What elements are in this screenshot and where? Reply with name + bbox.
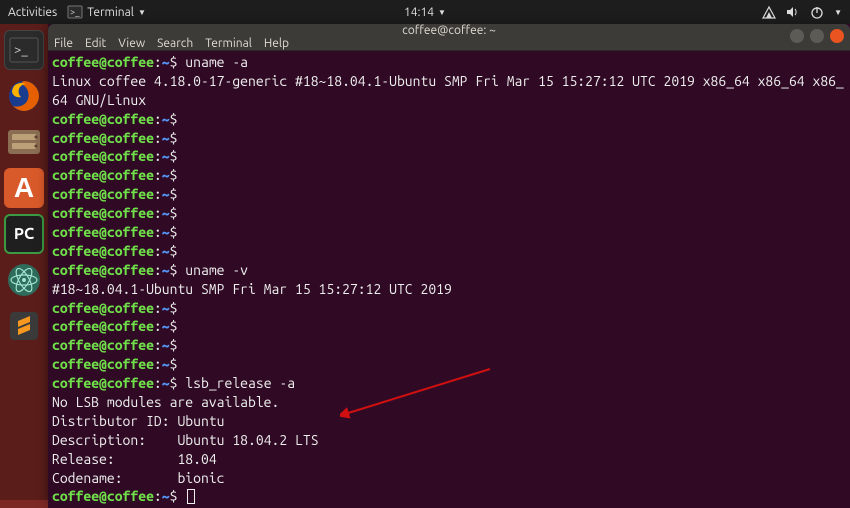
output-lsb-no-modules: No LSB modules are available. (52, 394, 279, 410)
network-icon (762, 5, 776, 19)
software-icon: A (14, 172, 34, 204)
menu-help[interactable]: Help (264, 37, 289, 50)
minimize-button[interactable] (790, 29, 804, 43)
pycharm-icon: PC (14, 225, 34, 243)
chevron-down-icon: ▼ (438, 8, 446, 17)
dock-app-software[interactable]: A (4, 168, 44, 208)
sublime-icon (6, 308, 42, 344)
menu-file[interactable]: File (54, 37, 73, 50)
volume-icon (786, 5, 800, 19)
output-lsb-release: Release: 18.04 (52, 451, 217, 467)
menubar: File Edit View Search Terminal Help (48, 37, 850, 51)
output-lsb-description: Description: Ubuntu 18.04.2 LTS (52, 432, 319, 448)
dock-app-sublime[interactable] (4, 306, 44, 346)
close-button[interactable] (830, 29, 844, 43)
clock[interactable]: 14:14 ▼ (404, 6, 446, 19)
dock-app-pycharm[interactable]: PC (4, 214, 44, 254)
atom-icon (6, 262, 42, 298)
terminal-window: coffee@coffee: ~ File Edit View Search T… (48, 24, 850, 500)
svg-text:>_: >_ (70, 7, 80, 17)
menu-terminal[interactable]: Terminal (205, 37, 252, 50)
terminal-content[interactable]: coffee@coffee:~$ uname -a Linux coffee 4… (48, 51, 850, 508)
command-uname-v: uname -v (185, 262, 248, 278)
prompt-userhost: coffee@coffee (52, 54, 154, 70)
menu-search[interactable]: Search (157, 37, 193, 50)
window-title: coffee@coffee: ~ (402, 24, 496, 37)
dock-app-terminal[interactable]: >_ (4, 30, 44, 70)
prompt-path: ~ (162, 54, 170, 70)
files-icon (6, 126, 42, 158)
dock: >_ A PC (0, 24, 48, 500)
output-uname-a: Linux coffee 4.18.0-17-generic #18~18.04… (52, 73, 844, 108)
topbar-app-label: Terminal (87, 6, 134, 19)
clock-time: 14:14 (404, 6, 434, 19)
terminal-icon: >_ (67, 4, 83, 20)
activities-button[interactable]: Activities (8, 6, 57, 19)
menu-view[interactable]: View (118, 37, 145, 50)
system-status-area[interactable]: ▼ (762, 5, 842, 19)
maximize-button[interactable] (810, 29, 824, 43)
power-icon (810, 5, 824, 19)
output-lsb-codename: Codename: bionic (52, 470, 225, 486)
output-uname-v: #18~18.04.1-Ubuntu SMP Fri Mar 15 15:27:… (52, 281, 452, 297)
chevron-down-icon: ▼ (834, 8, 842, 17)
chevron-down-icon: ▼ (138, 8, 146, 17)
command-uname-a: uname -a (185, 54, 248, 70)
terminal-icon: >_ (9, 37, 39, 63)
firefox-icon (6, 78, 42, 114)
gnome-top-bar: Activities >_ Terminal ▼ 14:14 ▼ ▼ (0, 0, 850, 24)
dock-app-atom[interactable] (4, 260, 44, 300)
window-titlebar[interactable]: coffee@coffee: ~ (48, 24, 850, 37)
topbar-app-indicator[interactable]: >_ Terminal ▼ (67, 4, 146, 20)
output-lsb-distributor: Distributor ID: Ubuntu (52, 413, 225, 429)
svg-text:>_: >_ (14, 43, 28, 57)
dock-app-firefox[interactable] (4, 76, 44, 116)
command-lsb-release: lsb_release -a (185, 375, 295, 391)
terminal-cursor (187, 489, 195, 504)
dock-app-files[interactable] (4, 122, 44, 162)
menu-edit[interactable]: Edit (85, 37, 106, 50)
